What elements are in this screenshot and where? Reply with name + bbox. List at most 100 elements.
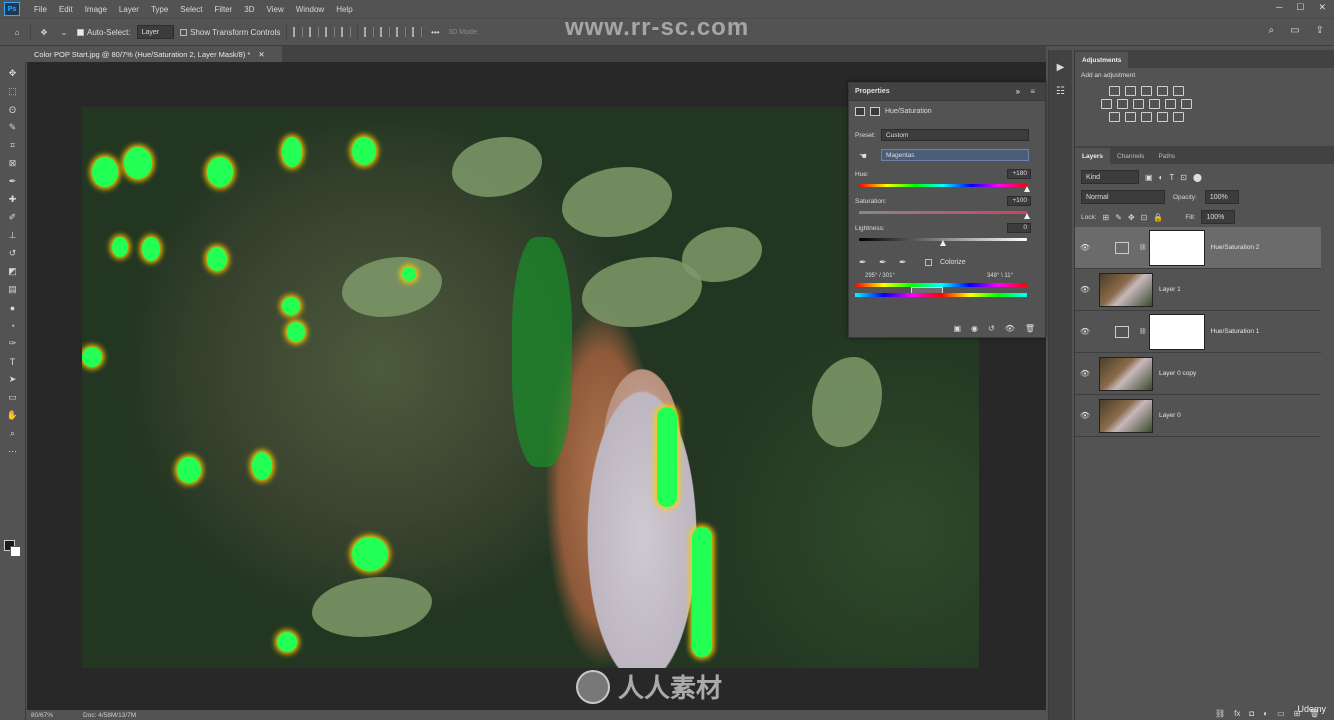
colorize-checkbox[interactable] (925, 259, 932, 266)
minimize-icon[interactable]: ─ (1276, 2, 1282, 13)
filter-type-icons[interactable]: ▣◐T⊡⬤ (1145, 173, 1208, 182)
checkbox-icon[interactable] (77, 28, 84, 36)
visibility-eye-icon[interactable]: 👁 (1075, 327, 1095, 336)
healing-brush-tool-icon[interactable]: ✚ (6, 193, 20, 206)
crop-tool-icon[interactable]: ⌗ (6, 139, 20, 152)
visibility-eye-icon[interactable]: 👁 (1075, 285, 1095, 294)
quick-select-tool-icon[interactable]: ✎ (6, 121, 20, 134)
path-select-tool-icon[interactable]: ➤ (6, 373, 20, 386)
brightness-icon[interactable] (1109, 86, 1120, 96)
visibility-eye-icon[interactable]: 👁 (1075, 243, 1095, 252)
menu-3d[interactable]: 3D (238, 5, 260, 14)
photo-filter-icon[interactable] (1149, 99, 1160, 109)
search-icon[interactable]: ⌕ (1269, 25, 1275, 36)
menu-filter[interactable]: Filter (209, 5, 239, 14)
distribute-right-icon[interactable] (396, 27, 407, 37)
lock-icons[interactable]: ⊞✎✥⊡🔒 (1103, 213, 1170, 222)
tab-paths[interactable]: Paths (1151, 148, 1182, 164)
auto-select-dropdown[interactable]: Layer (136, 25, 175, 39)
tab-channels[interactable]: Channels (1110, 148, 1151, 164)
blur-tool-icon[interactable]: ● (6, 301, 20, 314)
align-center-icon[interactable] (309, 27, 320, 37)
layer-row-layer-1[interactable]: 👁 Layer 1 (1075, 269, 1321, 311)
gradient-tool-icon[interactable]: ▤ (6, 283, 20, 296)
pen-tool-icon[interactable]: ✑ (6, 337, 20, 350)
align-left-icon[interactable] (293, 27, 304, 37)
menu-view[interactable]: View (261, 5, 290, 14)
selective-color-icon[interactable] (1173, 112, 1184, 122)
targeted-adjustment-hand-icon[interactable]: ☚ (859, 151, 869, 161)
visibility-eye-icon[interactable]: 👁 (1075, 411, 1095, 420)
menu-select[interactable]: Select (174, 5, 208, 14)
black-white-icon[interactable] (1133, 99, 1144, 109)
hue-value-field[interactable]: +180 (1007, 169, 1031, 179)
close-tab-icon[interactable]: ✕ (258, 50, 264, 59)
new-adjustment-icon[interactable]: ◐ (1263, 709, 1268, 718)
hand-tool-icon[interactable]: ✋ (6, 409, 20, 422)
home-icon[interactable]: ⌂ (10, 24, 24, 40)
layer-row-hue-saturation-1[interactable]: 👁 ⛓ Hue/Saturation 1 (1075, 311, 1321, 353)
adjustment-icon[interactable] (855, 107, 865, 116)
channel-select[interactable]: Magentas (881, 149, 1029, 161)
threshold-icon[interactable] (1141, 112, 1152, 122)
posterize-icon[interactable] (1125, 112, 1136, 122)
menu-help[interactable]: Help (330, 5, 358, 14)
layer-row-layer-0[interactable]: 👁 Layer 0 (1075, 395, 1321, 437)
view-previous-icon[interactable]: ◉ (971, 324, 978, 333)
transform-controls-checkbox[interactable]: Show Transform Controls (180, 24, 280, 40)
auto-select-checkbox[interactable]: Auto-Select: (77, 24, 131, 40)
fx-icon[interactable]: fx (1234, 709, 1240, 718)
channel-mixer-icon[interactable] (1165, 99, 1176, 109)
visibility-icon[interactable]: 👁 (1005, 324, 1015, 333)
menu-type[interactable]: Type (145, 5, 174, 14)
layer-mask-thumbnail[interactable] (1148, 229, 1205, 266)
eyedropper-subtract-icon[interactable]: ✒ (899, 257, 909, 267)
link-layers-icon[interactable]: ⛓ (1215, 709, 1225, 718)
move-tool-icon[interactable]: ✥ (6, 67, 20, 80)
panel-collapse-icon[interactable]: » ≡ (1016, 87, 1039, 96)
workspace-icon[interactable]: ▭ (1290, 25, 1299, 36)
tab-adjustments[interactable]: Adjustments (1075, 52, 1129, 68)
history-brush-tool-icon[interactable]: ↺ (6, 247, 20, 260)
vibrance-icon[interactable] (1173, 86, 1184, 96)
maximize-icon[interactable]: ☐ (1296, 2, 1304, 13)
preset-select[interactable]: Custom (881, 129, 1029, 141)
visibility-eye-icon[interactable]: 👁 (1075, 369, 1095, 378)
invert-icon[interactable] (1109, 112, 1120, 122)
mask-icon[interactable] (870, 107, 880, 116)
fill-field[interactable]: 100% (1201, 210, 1236, 224)
clip-to-layer-icon[interactable]: ▣ (953, 324, 961, 333)
saturation-slider-track[interactable] (859, 211, 1027, 214)
eyedropper-tool-icon[interactable]: ✒ (6, 175, 20, 188)
distribute-center-icon[interactable] (380, 27, 391, 37)
exposure-icon[interactable] (1157, 86, 1168, 96)
curves-icon[interactable] (1141, 86, 1152, 96)
menu-layer[interactable]: Layer (113, 5, 145, 14)
color-lookup-icon[interactable] (1181, 99, 1192, 109)
more-options-icon[interactable]: ••• (428, 24, 442, 40)
gradient-map-icon[interactable] (1157, 112, 1168, 122)
colorize-row[interactable]: Colorize (925, 259, 966, 266)
tab-layers[interactable]: Layers (1075, 148, 1110, 164)
move-tool-icon[interactable]: ✥ (37, 24, 51, 40)
close-icon[interactable]: ✕ (1318, 2, 1326, 13)
properties-panel-icon[interactable]: ☷ (1054, 84, 1068, 98)
chevron-down-icon[interactable]: ⌄ (57, 24, 71, 40)
blend-mode-select[interactable]: Normal (1081, 190, 1165, 204)
layer-row-hue-saturation-2[interactable]: 👁 ⛓ Hue/Saturation 2 (1075, 227, 1321, 269)
frame-tool-icon[interactable]: ⊠ (6, 157, 20, 170)
share-icon[interactable]: ⇪ (1316, 25, 1324, 36)
layer-mask-thumbnail[interactable] (1148, 313, 1205, 350)
hue-slider-thumb[interactable] (1024, 186, 1030, 192)
align-right-icon[interactable] (325, 27, 336, 37)
dodge-tool-icon[interactable]: ◔ (6, 319, 20, 332)
new-group-icon[interactable]: ▭ (1277, 709, 1285, 718)
play-icon[interactable]: ▶ (1054, 60, 1068, 74)
opacity-field[interactable]: 100% (1204, 190, 1239, 204)
document-info[interactable]: Doc: 4/58M/13/7M (83, 712, 136, 719)
menu-window[interactable]: Window (290, 5, 330, 14)
eyedropper-icon[interactable]: ✒ (859, 257, 869, 267)
checkbox-icon[interactable] (180, 28, 188, 36)
layer-row-layer-0-copy[interactable]: 👁 Layer 0 copy (1075, 353, 1321, 395)
brush-tool-icon[interactable]: ✐ (6, 211, 20, 224)
